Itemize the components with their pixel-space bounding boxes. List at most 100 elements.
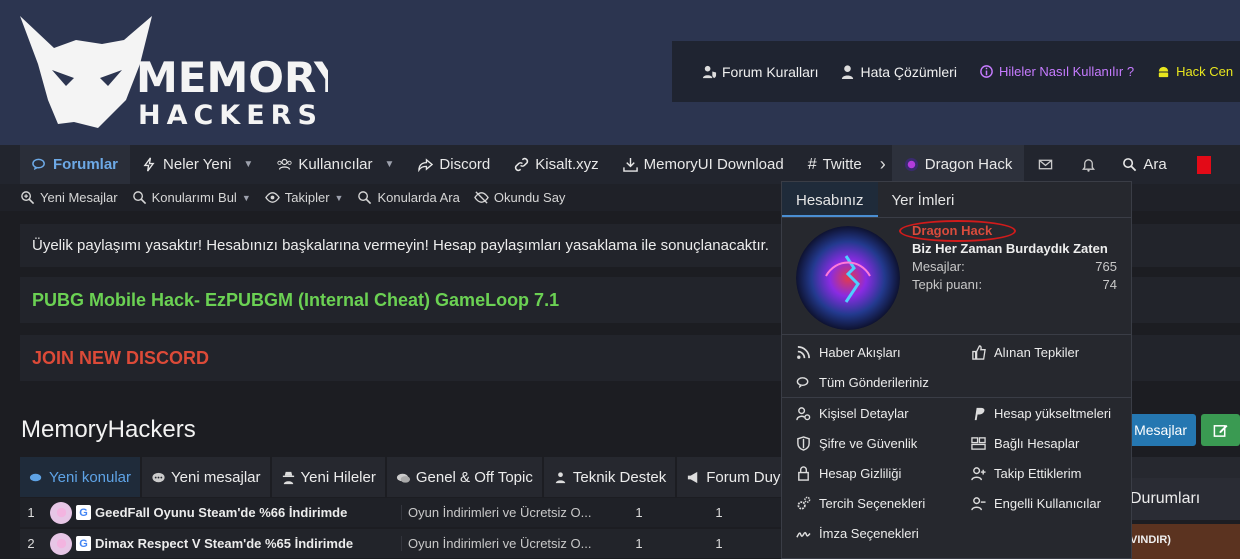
tab-bookmarks[interactable]: Yer İmleri bbox=[878, 182, 969, 217]
tab-account[interactable]: Hesabınız bbox=[782, 182, 878, 217]
hashtag-icon: # bbox=[807, 155, 817, 173]
subnav-find-threads[interactable]: Konularımı Bul ▼ bbox=[132, 190, 251, 205]
avatar[interactable] bbox=[50, 532, 72, 555]
language-flag[interactable] bbox=[1179, 145, 1211, 184]
link-news-feed[interactable]: Haber Akışları bbox=[782, 345, 957, 360]
zoom-plus-icon bbox=[21, 191, 35, 205]
google-icon: G bbox=[76, 505, 91, 520]
tab-new-posts[interactable]: Yeni mesajlar bbox=[142, 457, 272, 497]
download-icon bbox=[622, 157, 638, 172]
main-nav: Forumlar Neler Yeni ▼ Kullanıcılar ▼ Disco… bbox=[0, 145, 1240, 184]
site-header: MEMORY HACKERS Forum Kuralları Hata Çözü… bbox=[0, 0, 1240, 145]
comment-dots-icon bbox=[152, 472, 165, 482]
status-box-item[interactable]: VINDIR) bbox=[1118, 524, 1240, 559]
nav-scroll-right[interactable]: › bbox=[874, 145, 892, 184]
comments-icon bbox=[396, 473, 410, 483]
cogs-icon bbox=[797, 496, 811, 509]
bell-icon bbox=[1082, 159, 1096, 172]
stat-messages: Mesajlar: 765 bbox=[912, 259, 1117, 274]
svg-text:MEMORY: MEMORY bbox=[136, 53, 328, 102]
user-avatar[interactable] bbox=[796, 226, 900, 330]
thumbs-up-icon bbox=[972, 344, 986, 360]
link-all-posts[interactable]: Tüm Gönderileriniz bbox=[782, 375, 957, 390]
comments-icon bbox=[29, 473, 42, 481]
link-connected-accounts[interactable]: Bağlı Hesaplar bbox=[957, 436, 1131, 451]
rss-icon bbox=[797, 345, 810, 359]
tab-tech-support[interactable]: Teknik Destek bbox=[544, 457, 678, 497]
nav-memoryui-download[interactable]: MemoryUI Download bbox=[611, 145, 796, 184]
chevron-down-icon[interactable]: ▼ bbox=[385, 159, 395, 170]
eye-slash-icon bbox=[474, 191, 489, 204]
tab-new-hacks[interactable]: Yeni Hileler bbox=[272, 457, 387, 497]
nav-whats-new[interactable]: Neler Yeni ▼ bbox=[130, 145, 265, 184]
thread-category[interactable]: Oyun İndirimleri ve Ücretsiz O... bbox=[401, 505, 599, 520]
share-icon bbox=[418, 158, 434, 172]
dropdown-user-card: Dragon Hack Biz Her Zaman Burdaydık Zate… bbox=[782, 219, 1131, 335]
thread-category[interactable]: Oyun İndirimleri ve Ücretsiz O... bbox=[401, 536, 599, 551]
nav-members[interactable]: Kullanıcılar ▼ bbox=[265, 145, 406, 184]
subnav-mark-read[interactable]: Okundu Say bbox=[474, 190, 565, 205]
chevron-right-icon: › bbox=[879, 154, 886, 174]
nav-twitter[interactable]: # Twitte bbox=[796, 145, 874, 184]
memoryhackers-logo[interactable]: MEMORY HACKERS bbox=[18, 12, 328, 134]
users-grid-icon bbox=[971, 436, 986, 450]
info-icon bbox=[980, 65, 993, 78]
top-links: Forum Kuralları Hata Çözümleri Hileler N… bbox=[672, 41, 1240, 102]
section-title: MemoryHackers bbox=[21, 416, 196, 443]
avatar[interactable] bbox=[50, 501, 72, 524]
user-plus-icon bbox=[971, 466, 986, 480]
write-thread-button[interactable] bbox=[1201, 414, 1240, 446]
subnav-watched[interactable]: Takipler ▼ bbox=[264, 190, 344, 205]
svg-text:HACKERS: HACKERS bbox=[138, 100, 323, 131]
link-password-security[interactable]: Şifre ve Güvenlik bbox=[782, 436, 957, 451]
users-icon bbox=[555, 471, 566, 483]
link-account-privacy[interactable]: Hesap Gizliliği bbox=[782, 466, 957, 481]
link-personal-details[interactable]: Kişisel Detaylar bbox=[782, 406, 957, 421]
user-avatar-icon bbox=[56, 507, 66, 518]
link-ignored-users[interactable]: Engelli Kullanıcılar bbox=[957, 496, 1131, 511]
tab-new-threads[interactable]: Yeni konular bbox=[20, 457, 143, 497]
google-icon: G bbox=[76, 536, 91, 551]
nav-discord[interactable]: Discord bbox=[406, 145, 502, 184]
subnav-search-threads[interactable]: Konularda Ara bbox=[357, 190, 460, 205]
user-tie-icon bbox=[842, 65, 854, 79]
error-solutions-link[interactable]: Hata Çözümleri bbox=[840, 64, 957, 80]
signature-icon bbox=[796, 531, 811, 538]
nav-kisalt[interactable]: Kisalt.xyz bbox=[502, 145, 610, 184]
chevron-down-icon[interactable]: ▼ bbox=[243, 159, 253, 170]
user-title: Biz Her Zaman Burdaydık Zaten bbox=[912, 241, 1108, 256]
link-preferences[interactable]: Tercih Seçenekleri bbox=[782, 496, 957, 511]
chevron-down-icon[interactable]: ▼ bbox=[242, 193, 251, 203]
dropdown-links: Haber Akışları Alınan Tepkiler Tüm Gönde… bbox=[782, 337, 1131, 548]
turkey-flag-icon bbox=[1196, 155, 1211, 174]
chevron-down-icon[interactable]: ▼ bbox=[335, 193, 344, 203]
nav-user-menu[interactable]: Dragon Hack bbox=[891, 145, 1025, 184]
shield-icon bbox=[797, 435, 810, 451]
view-count: 1 bbox=[715, 536, 723, 551]
status-box-title: Durumları bbox=[1118, 478, 1240, 520]
users-icon bbox=[277, 158, 292, 170]
android-icon bbox=[1158, 66, 1169, 78]
hack-center-link[interactable]: Hack Cen bbox=[1156, 64, 1233, 79]
subnav-new-posts[interactable]: Yeni Mesajlar bbox=[20, 190, 118, 205]
how-to-use-link[interactable]: Hileler Nasıl Kullanılır ? bbox=[979, 64, 1134, 79]
nav-forums[interactable]: Forumlar bbox=[20, 145, 131, 184]
nav-search[interactable]: Ara bbox=[1110, 145, 1178, 184]
forum-rules-link[interactable]: Forum Kuralları bbox=[702, 64, 818, 80]
envelope-icon bbox=[1039, 159, 1053, 170]
dropdown-username[interactable]: Dragon Hack bbox=[912, 223, 992, 238]
search-icon bbox=[132, 191, 146, 205]
nav-inbox[interactable] bbox=[1024, 145, 1067, 184]
nav-alerts[interactable] bbox=[1067, 145, 1110, 184]
user-avatar-icon bbox=[904, 157, 918, 172]
link-account-upgrades[interactable]: Hesap yükseltmeleri bbox=[957, 406, 1131, 421]
user-cog-icon bbox=[796, 406, 811, 420]
link-reactions-received[interactable]: Alınan Tepkiler bbox=[957, 345, 1131, 360]
thread-title[interactable]: Dimax Respect V Steam'de %65 İndirimde bbox=[91, 536, 401, 551]
account-dropdown: Hesabınız Yer İmleri Dragon Hack Biz Her… bbox=[781, 181, 1132, 559]
tab-general-offtopic[interactable]: Genel & Off Topic bbox=[387, 457, 544, 497]
paypal-icon bbox=[974, 407, 985, 420]
thread-title[interactable]: GeedFall Oyunu Steam'de %66 İndirimde bbox=[91, 505, 401, 520]
link-signature[interactable]: İmza Seçenekleri bbox=[782, 526, 957, 541]
link-following[interactable]: Takip Ettiklerim bbox=[957, 466, 1131, 481]
